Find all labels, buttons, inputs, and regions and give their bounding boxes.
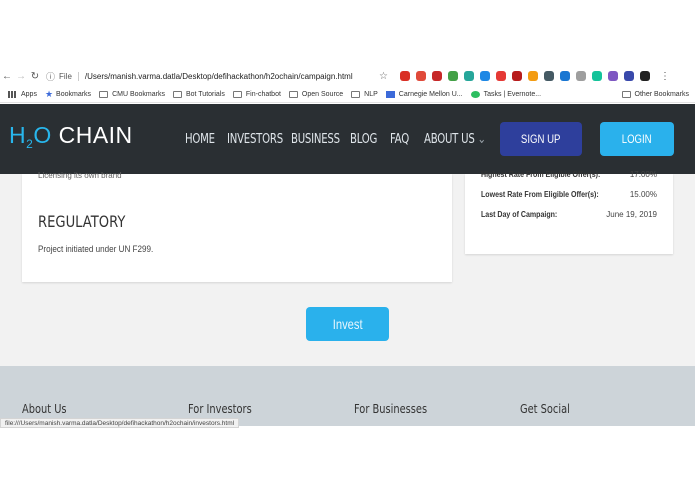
stat-label: Lowest Rate From Eligible Offer(s): bbox=[481, 190, 599, 199]
star-icon: ★ bbox=[44, 88, 54, 99]
invest-label: Invest bbox=[332, 316, 363, 332]
bookmark-star-icon[interactable]: ☆ bbox=[379, 71, 388, 82]
logo-o: O bbox=[33, 122, 52, 148]
site-footer: About Us For Investors For Businesses Ge… bbox=[0, 366, 695, 426]
nav-about-us-label: ABOUT US bbox=[424, 132, 475, 147]
footer-get-social: Get Social bbox=[520, 402, 570, 416]
login-label: LOGIN bbox=[622, 132, 652, 146]
sign-up-button[interactable]: SIGN UP bbox=[500, 122, 582, 156]
bookmark-label: Bot Tutorials bbox=[185, 90, 225, 98]
bookmarks-bar: Apps ★ Bookmarks CMU Bookmarks Bot Tutori… bbox=[0, 86, 695, 103]
stat-row: Last Day of Campaign: June 19, 2019 bbox=[481, 210, 657, 219]
stat-label: Highest Rate From Eligible Offer(s): bbox=[481, 170, 601, 179]
site-header: H2O CHAIN HOME INVESTORS BUSINESS BLOG F… bbox=[0, 104, 695, 174]
extension-icon[interactable] bbox=[639, 71, 650, 81]
clipped-text: Licensing its own brand bbox=[38, 171, 122, 180]
nav-faq[interactable]: FAQ bbox=[390, 132, 409, 147]
regulatory-text: Project initiated under UN F299. bbox=[38, 244, 154, 254]
regulatory-heading: REGULATORY bbox=[38, 212, 126, 231]
folder-icon bbox=[288, 90, 298, 98]
stat-row: Lowest Rate From Eligible Offer(s): 15.0… bbox=[481, 190, 657, 199]
evernote-icon bbox=[470, 90, 480, 98]
bookmark-label: CMU Bookmarks bbox=[112, 90, 165, 98]
extension-icon[interactable] bbox=[447, 71, 458, 81]
chevron-down-icon: ⌄ bbox=[477, 132, 486, 147]
nav-business[interactable]: BUSINESS bbox=[291, 132, 340, 147]
apps-grid-icon bbox=[8, 90, 17, 98]
folder-icon bbox=[621, 90, 631, 98]
invest-button[interactable]: Invest bbox=[306, 307, 389, 341]
footer-for-businesses: For Businesses bbox=[354, 402, 428, 416]
extension-icon[interactable] bbox=[511, 71, 522, 81]
extensions-row bbox=[399, 71, 650, 81]
extension-icon[interactable] bbox=[495, 71, 506, 81]
footer-for-investors: For Investors bbox=[188, 402, 252, 416]
extension-icon[interactable] bbox=[527, 71, 538, 81]
nav-about-us[interactable]: ABOUT US ⌄ bbox=[424, 132, 486, 147]
stat-label: Last Day of Campaign: bbox=[481, 210, 558, 219]
nav-home[interactable]: HOME bbox=[185, 132, 215, 147]
page-content: Licensing its own brand REGULATORY Proje… bbox=[0, 170, 695, 366]
extension-icon[interactable] bbox=[623, 71, 634, 81]
extension-icon[interactable] bbox=[575, 71, 586, 81]
bookmark-cmu-site[interactable]: Carnegie Mellon U... bbox=[385, 90, 463, 98]
extension-icon[interactable] bbox=[607, 71, 618, 81]
stat-row: Highest Rate From Eligible Offer(s): 17.… bbox=[481, 170, 657, 179]
bookmark-label: Open Source bbox=[301, 90, 344, 98]
back-arrow-icon[interactable]: ← bbox=[0, 71, 14, 82]
info-icon[interactable]: ⓘ bbox=[46, 70, 55, 83]
login-button[interactable]: LOGIN bbox=[600, 122, 674, 156]
link-status-tooltip: file:///Users/manish.varma.datla/Desktop… bbox=[0, 418, 240, 428]
nav-blog[interactable]: BLOG bbox=[350, 132, 377, 147]
site-logo[interactable]: H2O CHAIN bbox=[9, 122, 133, 151]
bookmark-label: Other Bookmarks bbox=[634, 90, 689, 98]
url-text[interactable]: /Users/manish.varma.datla/Desktop/defiha… bbox=[85, 72, 353, 81]
file-scheme-label: File bbox=[59, 71, 79, 81]
footer-about-us: About Us bbox=[22, 402, 67, 416]
extension-icon[interactable] bbox=[463, 71, 474, 81]
site-favicon-icon bbox=[385, 90, 395, 98]
bookmark-bookmarks[interactable]: ★ Bookmarks bbox=[45, 89, 91, 100]
more-menu-icon[interactable]: ⋮ bbox=[660, 71, 670, 82]
campaign-stats-card: Highest Rate From Eligible Offer(s): 17.… bbox=[465, 170, 673, 254]
logo-chain: CHAIN bbox=[58, 122, 133, 148]
bookmark-label: Bookmarks bbox=[56, 90, 92, 98]
browser-window: ← → ↻ ⓘ File /Users/manish.varma.datla/D… bbox=[0, 0, 695, 494]
stat-value: 17.00% bbox=[629, 170, 657, 179]
extension-icon[interactable] bbox=[399, 71, 410, 81]
bookmark-bot-tutorials[interactable]: Bot Tutorials bbox=[172, 90, 225, 98]
folder-icon bbox=[351, 90, 361, 98]
bookmark-label: Fin-chatbot bbox=[245, 90, 281, 98]
reload-icon[interactable]: ↻ bbox=[28, 71, 42, 82]
extension-icon[interactable] bbox=[591, 71, 602, 81]
folder-icon bbox=[99, 90, 109, 98]
bookmark-label: Tasks | Evernote... bbox=[483, 90, 542, 98]
bookmark-other[interactable]: Other Bookmarks bbox=[621, 90, 689, 98]
campaign-details-card: Licensing its own brand REGULATORY Proje… bbox=[22, 171, 452, 282]
stat-value: 15.00% bbox=[629, 190, 657, 199]
folder-icon bbox=[232, 90, 242, 98]
sign-up-label: SIGN UP bbox=[521, 132, 561, 146]
bookmark-open-source[interactable]: Open Source bbox=[288, 90, 344, 98]
bookmark-label: Carnegie Mellon U... bbox=[398, 90, 463, 98]
bookmark-cmu[interactable]: CMU Bookmarks bbox=[99, 90, 165, 98]
extension-icon[interactable] bbox=[559, 71, 570, 81]
address-bar-row: ← → ↻ ⓘ File /Users/manish.varma.datla/D… bbox=[0, 66, 695, 86]
bookmark-apps[interactable]: Apps bbox=[8, 90, 37, 98]
forward-arrow-icon[interactable]: → bbox=[14, 71, 28, 82]
extension-icon[interactable] bbox=[431, 71, 442, 81]
omnibox[interactable]: ⓘ File /Users/manish.varma.datla/Desktop… bbox=[46, 68, 371, 84]
bookmark-nlp[interactable]: NLP bbox=[351, 90, 378, 98]
bookmark-label: Apps bbox=[21, 90, 37, 98]
bookmark-label: NLP bbox=[364, 90, 378, 98]
extension-icon[interactable] bbox=[479, 71, 490, 81]
folder-icon bbox=[172, 90, 182, 98]
extension-icon[interactable] bbox=[415, 71, 426, 81]
logo-h: H bbox=[9, 122, 27, 148]
bookmark-fin-chatbot[interactable]: Fin-chatbot bbox=[232, 90, 281, 98]
nav-investors[interactable]: INVESTORS bbox=[227, 132, 283, 147]
extension-icon[interactable] bbox=[543, 71, 554, 81]
bookmark-evernote[interactable]: Tasks | Evernote... bbox=[470, 90, 542, 98]
stat-value: June 19, 2019 bbox=[606, 210, 657, 219]
